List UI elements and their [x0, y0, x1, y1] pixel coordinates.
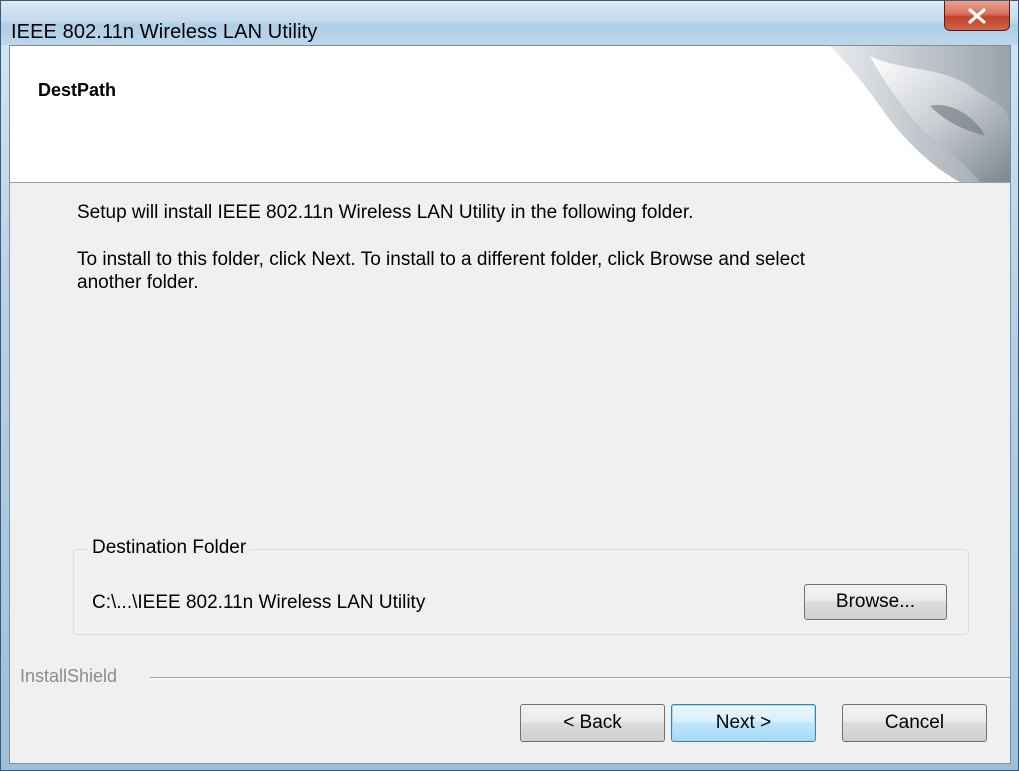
- installshield-brand: InstallShield: [20, 666, 124, 687]
- page-title: DestPath: [38, 80, 117, 100]
- browse-button[interactable]: Browse...: [804, 584, 947, 620]
- page-curl-graphic: [830, 46, 1010, 182]
- destination-path: C:\...\IEEE 802.11n Wireless LAN Utility: [92, 592, 426, 613]
- header-panel: DestPath: [10, 46, 1010, 183]
- info-line-2a: To install to this folder, click Next. T…: [77, 249, 805, 270]
- destination-folder-label: Destination Folder: [88, 537, 251, 559]
- installshield-divider: InstallShield: [10, 666, 1010, 687]
- back-button[interactable]: < Back: [520, 704, 665, 742]
- window-title: IEEE 802.11n Wireless LAN Utility: [11, 21, 318, 43]
- close-button[interactable]: [944, 1, 1010, 31]
- title-bar[interactable]: IEEE 802.11n Wireless LAN Utility: [1, 1, 1018, 45]
- info-line-1: Setup will install IEEE 802.11n Wireless…: [77, 202, 694, 223]
- next-button[interactable]: Next >: [671, 704, 816, 742]
- close-icon: [966, 7, 988, 25]
- divider-line: [150, 677, 1010, 679]
- destination-folder-group: Destination Folder C:\...\IEEE 802.11n W…: [73, 537, 969, 635]
- installer-window: IEEE 802.11n Wireless LAN Utility DestPa…: [0, 0, 1019, 771]
- dialog-client-area: DestPath Setup will install IEEE 802.11n…: [9, 45, 1011, 764]
- cancel-button[interactable]: Cancel: [842, 704, 987, 742]
- info-line-2b: another folder.: [77, 272, 199, 293]
